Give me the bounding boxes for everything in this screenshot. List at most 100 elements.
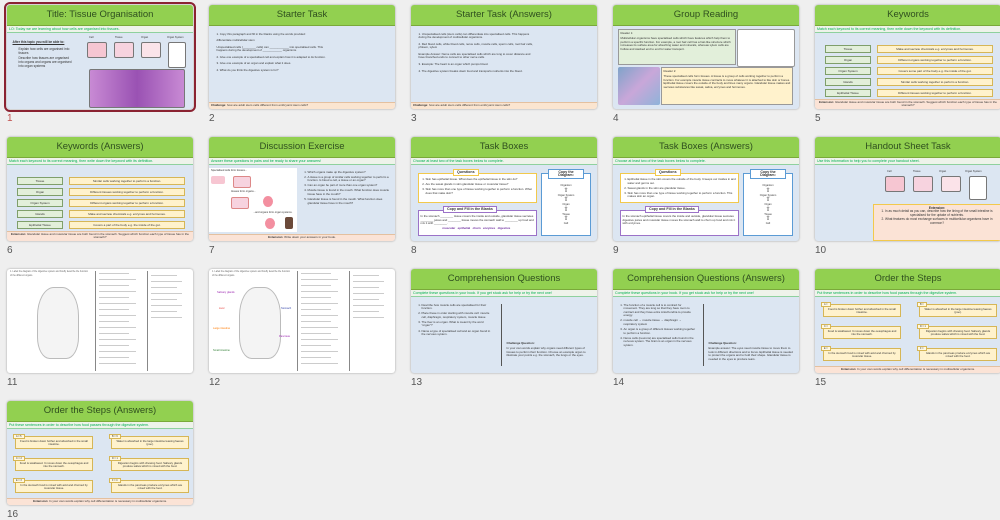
text-line xyxy=(301,279,338,280)
step-card[interactable]: B = 6 Water is absorbed in the large inte… xyxy=(109,434,189,449)
slide-subtitle: LO: Today we are learning about how cell… xyxy=(7,26,193,34)
slide-thumbnail[interactable]: 1. Label the diagram of the digestive sy… xyxy=(7,269,193,373)
text-line xyxy=(151,299,177,300)
definition-box[interactable]: Different tissues working together to pe… xyxy=(877,89,993,97)
slide-thumbnail[interactable]: Order the Steps (Answers) Put these sente… xyxy=(7,401,193,505)
keyword-box[interactable]: Epithelial Tissue xyxy=(825,89,871,97)
slide-thumbnail[interactable]: Title: Tissue Organisation LO: Today we a… xyxy=(4,2,196,112)
definition-box[interactable]: Covers a part of the body e.g. the insid… xyxy=(69,221,185,229)
definition-box[interactable]: Make and secrete chemicals e.g. enzymes … xyxy=(877,45,993,53)
text-line xyxy=(99,279,136,280)
keyword-box[interactable]: Organ System xyxy=(825,67,871,75)
slide-thumbnail[interactable]: Comprehension Questions (Answers) Complet… xyxy=(613,269,799,373)
slide-thumbnail[interactable]: Keywords Match each keyword to its correc… xyxy=(815,5,1000,109)
text-line xyxy=(301,333,331,334)
list-item: Which organs make up the digestive syste… xyxy=(308,170,392,175)
definition-box[interactable]: Different organs working together to per… xyxy=(69,199,185,207)
slide-body: Describe how muscle cells are specialise… xyxy=(411,300,597,366)
text-line xyxy=(301,363,338,364)
step-card[interactable]: A = Food is broken down further and absor… xyxy=(821,302,901,317)
slide-number: 5 xyxy=(815,113,821,124)
slide-thumbnail[interactable]: Keywords (Answers) Match each keyword to … xyxy=(7,137,193,241)
slide-thumbnail[interactable]: Group Reading Reader 1: Multicellular orga… xyxy=(613,5,799,109)
step-card[interactable]: A = 5 Food is broken down further and abs… xyxy=(13,434,93,449)
keyword-box[interactable]: Glands xyxy=(17,210,63,218)
fill-blanks-text: In the stomach epithelial tissue covers … xyxy=(622,214,736,226)
slide-thumbnail[interactable]: Starter Task (Answers) 1. Unspecialised c… xyxy=(411,5,597,109)
step-card[interactable]: F = Glands in the pancreas produce enzyme… xyxy=(917,346,997,361)
diagram-level: Cell xyxy=(765,222,771,226)
slide-subtitle: Complete these questions in your book. I… xyxy=(613,290,799,298)
slide-body: 1. Label the diagram of the digestive sy… xyxy=(7,269,193,373)
step-card[interactable]: D = 1 Digestion begins with chewing food.… xyxy=(109,456,189,471)
keyword-box[interactable]: Organ xyxy=(825,56,871,64)
keyword-box[interactable]: Glands xyxy=(825,78,871,86)
hierarchy-image xyxy=(885,176,905,192)
keyword-box[interactable]: Epithelial Tissue xyxy=(17,221,63,229)
slide-thumbnail[interactable]: Starter Task 1. Copy this paragraph and f… xyxy=(209,5,395,109)
digestive-outline xyxy=(239,287,281,359)
questions-box: Skin has epithelial tissue. What does th… xyxy=(418,173,537,203)
labelled-digestive-system xyxy=(815,168,871,241)
slide-body: 1. Unspecialised cells (stem cells) can … xyxy=(411,27,597,100)
slide-body: Skin has epithelial tissue. What does th… xyxy=(411,168,597,236)
hierarchy-image xyxy=(969,176,987,200)
step-card[interactable]: C = Food is swallowed. It moves down the … xyxy=(821,324,901,339)
organ-label: Salivary glands xyxy=(217,291,235,294)
slide-subtitle: Choose at least two of the task boxes be… xyxy=(411,158,597,166)
list-item: Sweat glands in the skin are glandular t… xyxy=(628,186,737,191)
diagram-title: Copy the Diagram: xyxy=(548,169,584,180)
slide-thumbnail[interactable]: Task Boxes (Answers) Choose at least two … xyxy=(613,137,799,241)
step-card[interactable]: D = 1 Digestion begins with chewing food.… xyxy=(917,324,997,339)
keyword-box[interactable]: Tissue xyxy=(17,177,63,185)
hierarchy-label: Organ xyxy=(939,170,947,173)
list-item: Can an organ be part of more than one or… xyxy=(308,184,392,188)
fill-blanks-box: In the stomach epithelial tissue covers … xyxy=(620,210,739,236)
definition-box[interactable]: Different tissues working together to pe… xyxy=(69,188,185,196)
step-card[interactable]: E = 3 In the stomach food is mixed with a… xyxy=(13,478,93,493)
slide-subtitle: Complete these questions in your book. I… xyxy=(411,290,597,298)
slide-thumbnail[interactable]: 1. Label the diagram of the digestive sy… xyxy=(209,269,395,373)
keyword-box[interactable]: Tissue xyxy=(825,45,871,53)
slide-thumbnail[interactable]: Order the Steps Put these sentences in or… xyxy=(815,269,1000,373)
hierarchy-label: Organ System xyxy=(167,36,184,39)
definition-box[interactable]: Covers some part of the body e.g. the in… xyxy=(877,67,993,75)
slide-title: Keywords xyxy=(815,5,1000,26)
divider xyxy=(501,304,502,366)
keyword-box[interactable]: Organ System xyxy=(17,199,63,207)
objectives: After this topic you will be able to: Exp… xyxy=(11,38,75,71)
objectives-heading: After this topic you will be able to: xyxy=(12,39,65,44)
text-line xyxy=(301,291,338,292)
definition-box[interactable]: Make and secrete chemicals e.g. enzymes … xyxy=(69,210,185,218)
slide-thumbnail[interactable]: Handout Sheet Task Use this information t… xyxy=(815,137,1000,241)
definition-box[interactable]: Similar cells working together to perfor… xyxy=(877,78,993,86)
worksheet-heading: 1. Label the diagram of the digestive sy… xyxy=(10,271,89,277)
hierarchy-image xyxy=(941,176,961,192)
step-card[interactable]: B = Water is absorbed in the large intest… xyxy=(917,302,997,317)
keyword-box[interactable]: Organ xyxy=(17,188,63,196)
step-card[interactable]: C = 2 Food is swallowed. It moves down th… xyxy=(13,456,93,471)
slide-number: 3 xyxy=(411,113,417,124)
questions: Which organs make up the digestive syste… xyxy=(301,169,393,208)
step-tag: A = xyxy=(821,302,831,307)
item-list: Describe how muscle cells are specialise… xyxy=(417,303,494,337)
reader-label: Reader 1: xyxy=(620,30,634,35)
slide-thumbnail[interactable]: Task Boxes Choose at least two of the tas… xyxy=(411,137,597,241)
slide-thumbnail[interactable]: Discussion Exercise Answer these question… xyxy=(209,137,395,241)
step-card[interactable]: E = In the stomach food is mixed with aci… xyxy=(821,346,901,361)
text-line xyxy=(353,281,384,282)
slide-thumbnail[interactable]: Comprehension Questions Complete these qu… xyxy=(411,269,597,373)
list-item: Name a type of specialised cell and an o… xyxy=(422,329,494,337)
slide-number: 8 xyxy=(411,245,417,256)
slide-body: The function of a muscle cell is to cont… xyxy=(613,300,799,366)
fill-blanks-title: Copy and Fill in the Blanks xyxy=(443,206,497,213)
hierarchy-label: Organ System xyxy=(965,170,982,173)
diagram-caption: Specialised cells form tissues... xyxy=(211,169,248,172)
text-line xyxy=(353,305,384,306)
word-bank-word: digestive xyxy=(497,225,513,230)
definition-box[interactable]: Similar cells working together to perfor… xyxy=(69,177,185,185)
text-line xyxy=(353,293,384,294)
definition-box[interactable]: Different organs working together to per… xyxy=(877,56,993,64)
step-card[interactable]: F = 4 Glands in the pancreas produce enzy… xyxy=(109,478,189,493)
slide-title: Comprehension Questions xyxy=(411,269,597,290)
